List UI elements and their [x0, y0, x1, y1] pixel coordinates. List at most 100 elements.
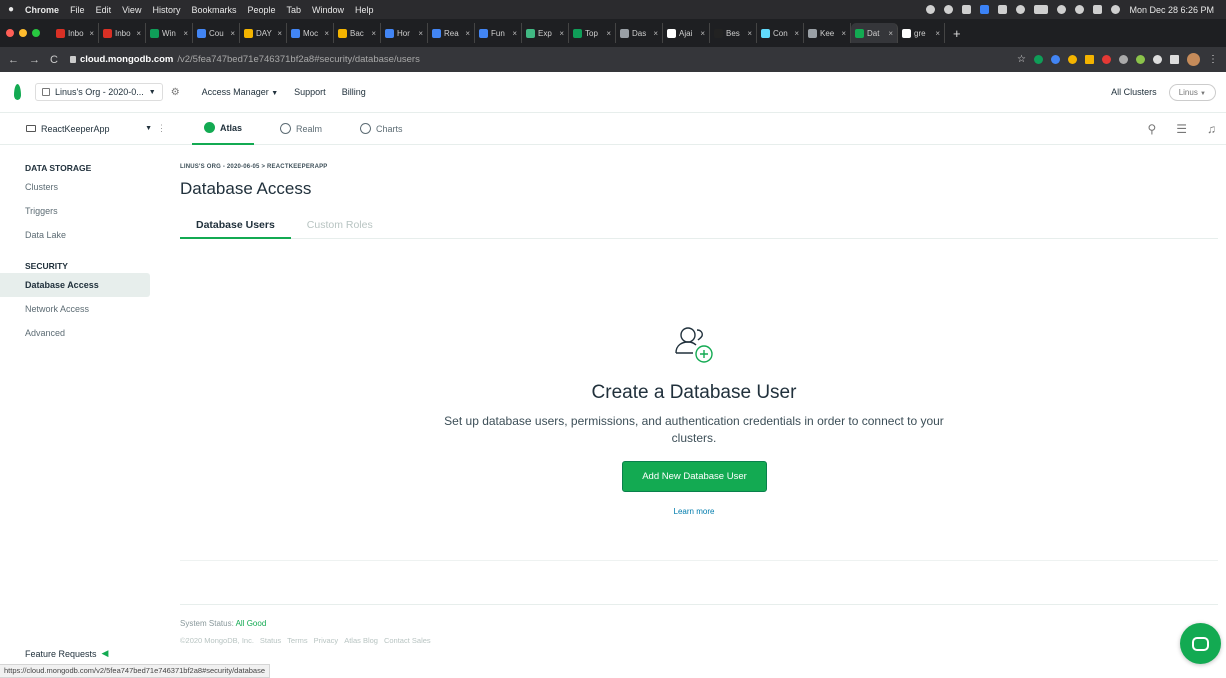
extension-icon[interactable]	[1119, 55, 1128, 64]
footer-link-contact-sales[interactable]: Contact Sales	[384, 636, 431, 645]
extension-icon[interactable]	[1034, 55, 1043, 64]
menu-people[interactable]: People	[247, 5, 275, 15]
project-selector[interactable]: ReactKeeperApp ▼ ⋮	[26, 123, 166, 134]
breadcrumb[interactable]: LINUS'S ORG - 2020-06-05 > REACTKEEPERAP…	[180, 164, 328, 170]
close-tab-icon[interactable]: ×	[418, 29, 423, 38]
menu-file[interactable]: File	[70, 5, 85, 15]
status-icon[interactable]	[980, 5, 990, 14]
forward-icon[interactable]: →	[29, 54, 40, 66]
org-selector[interactable]: Linus's Org - 2020-0... ▼	[35, 83, 163, 101]
menu-bookmarks[interactable]: Bookmarks	[191, 5, 236, 15]
extension-icon[interactable]	[1085, 55, 1094, 64]
browser-tab[interactable]: Ajai ×	[663, 23, 710, 43]
more-vertical-icon[interactable]: ⋮	[157, 123, 166, 134]
tab-charts[interactable]: Charts	[348, 113, 415, 145]
access-manager-menu[interactable]: Access Manager ▼	[202, 87, 278, 97]
tab-atlas[interactable]: Atlas	[192, 113, 255, 145]
bell-icon[interactable]: ♫	[1207, 122, 1216, 136]
close-tab-icon[interactable]: ×	[888, 29, 893, 38]
search-icon[interactable]	[1075, 5, 1085, 14]
status-icon[interactable]	[998, 5, 1008, 14]
tab-custom-roles[interactable]: Custom Roles	[291, 215, 389, 239]
chat-button[interactable]	[1180, 623, 1221, 664]
browser-tab[interactable]: Dat ×	[851, 23, 898, 43]
reading-list-icon[interactable]	[1170, 55, 1179, 64]
browser-tab[interactable]: Bac ×	[334, 23, 381, 43]
menu-history[interactable]: History	[152, 5, 180, 15]
extension-icon[interactable]	[1068, 55, 1077, 64]
browser-tab[interactable]: Con ×	[757, 23, 804, 43]
url-field[interactable]: cloud.mongodb.com/v2/5fea747bed71e746371…	[69, 54, 420, 65]
profile-avatar[interactable]	[1187, 53, 1200, 66]
feature-requests-link[interactable]: Feature Requests ◀	[25, 648, 108, 659]
close-tab-icon[interactable]: ×	[230, 29, 235, 38]
bookmark-star-icon[interactable]: ☆	[1017, 54, 1026, 65]
new-tab-button[interactable]: +	[953, 26, 961, 41]
browser-tab[interactable]: Inbo ×	[52, 23, 99, 43]
close-tab-icon[interactable]: ×	[606, 29, 611, 38]
extensions-puzzle-icon[interactable]	[1153, 55, 1162, 64]
mongodb-leaf-logo[interactable]	[14, 84, 21, 100]
browser-tab[interactable]: DAY ×	[240, 23, 287, 43]
gear-icon[interactable]: ⚙	[171, 87, 180, 98]
browser-tab[interactable]: Exp ×	[522, 23, 569, 43]
browser-tab[interactable]: Fun ×	[475, 23, 522, 43]
add-new-database-user-button[interactable]: Add New Database User	[622, 461, 767, 492]
browser-tab[interactable]: Hor ×	[381, 23, 428, 43]
support-link[interactable]: Support	[294, 87, 326, 97]
all-clusters-link[interactable]: All Clusters	[1111, 87, 1157, 97]
activity-feed-icon[interactable]: ☰	[1176, 122, 1187, 136]
back-icon[interactable]: ←	[8, 54, 19, 66]
system-status-value[interactable]: All Good	[236, 619, 267, 628]
battery-icon[interactable]	[1034, 5, 1049, 14]
browser-tab[interactable]: Das ×	[616, 23, 663, 43]
close-tab-icon[interactable]: ×	[136, 29, 141, 38]
close-tab-icon[interactable]: ×	[465, 29, 470, 38]
close-window-button[interactable]	[6, 29, 14, 37]
close-tab-icon[interactable]: ×	[89, 29, 94, 38]
status-icon[interactable]	[1016, 5, 1026, 14]
status-icon[interactable]	[944, 5, 954, 14]
close-tab-icon[interactable]: ×	[183, 29, 188, 38]
footer-link-privacy[interactable]: Privacy	[314, 636, 339, 645]
clock[interactable]: Mon Dec 28 6:26 PM	[1129, 5, 1214, 15]
browser-tab[interactable]: Bes ×	[710, 23, 757, 43]
extension-icon[interactable]	[1136, 55, 1145, 64]
sidebar-item-database-access[interactable]: Database Access	[0, 273, 150, 297]
zoom-window-button[interactable]	[32, 29, 40, 37]
browser-tab[interactable]: Inbo ×	[99, 23, 146, 43]
minimize-window-button[interactable]	[19, 29, 27, 37]
reload-icon[interactable]: C	[50, 54, 58, 66]
browser-tab[interactable]: Top ×	[569, 23, 616, 43]
sidebar-item-advanced[interactable]: Advanced	[0, 321, 150, 345]
status-icon[interactable]	[926, 5, 936, 14]
wifi-icon[interactable]	[1057, 5, 1067, 14]
apple-icon[interactable]: ●	[8, 4, 14, 15]
sidebar-item-triggers[interactable]: Triggers	[0, 199, 150, 223]
billing-link[interactable]: Billing	[342, 87, 366, 97]
browser-tab[interactable]: Kee ×	[804, 23, 851, 43]
sidebar-item-network-access[interactable]: Network Access	[0, 297, 150, 321]
close-tab-icon[interactable]: ×	[277, 29, 282, 38]
close-tab-icon[interactable]: ×	[324, 29, 329, 38]
invite-user-icon[interactable]: ⚲	[1147, 122, 1156, 136]
menu-edit[interactable]: Edit	[96, 5, 112, 15]
close-tab-icon[interactable]: ×	[559, 29, 564, 38]
close-tab-icon[interactable]: ×	[794, 29, 799, 38]
close-tab-icon[interactable]: ×	[512, 29, 517, 38]
browser-tab[interactable]: gre ×	[898, 23, 945, 43]
close-tab-icon[interactable]: ×	[371, 29, 376, 38]
user-menu[interactable]: Linus ▼	[1168, 83, 1216, 101]
close-tab-icon[interactable]: ×	[935, 29, 940, 38]
browser-tab[interactable]: Win ×	[146, 23, 193, 43]
menu-chrome[interactable]: Chrome	[25, 5, 59, 15]
close-tab-icon[interactable]: ×	[700, 29, 705, 38]
footer-link-atlas-blog[interactable]: Atlas Blog	[344, 636, 378, 645]
close-tab-icon[interactable]: ×	[841, 29, 846, 38]
chrome-menu-icon[interactable]: ⋮	[1208, 54, 1218, 65]
sidebar-item-clusters[interactable]: Clusters	[0, 175, 150, 199]
control-center-icon[interactable]	[1093, 5, 1103, 14]
tab-realm[interactable]: Realm	[268, 113, 334, 145]
footer-link-status[interactable]: Status	[260, 636, 281, 645]
menu-view[interactable]: View	[122, 5, 141, 15]
